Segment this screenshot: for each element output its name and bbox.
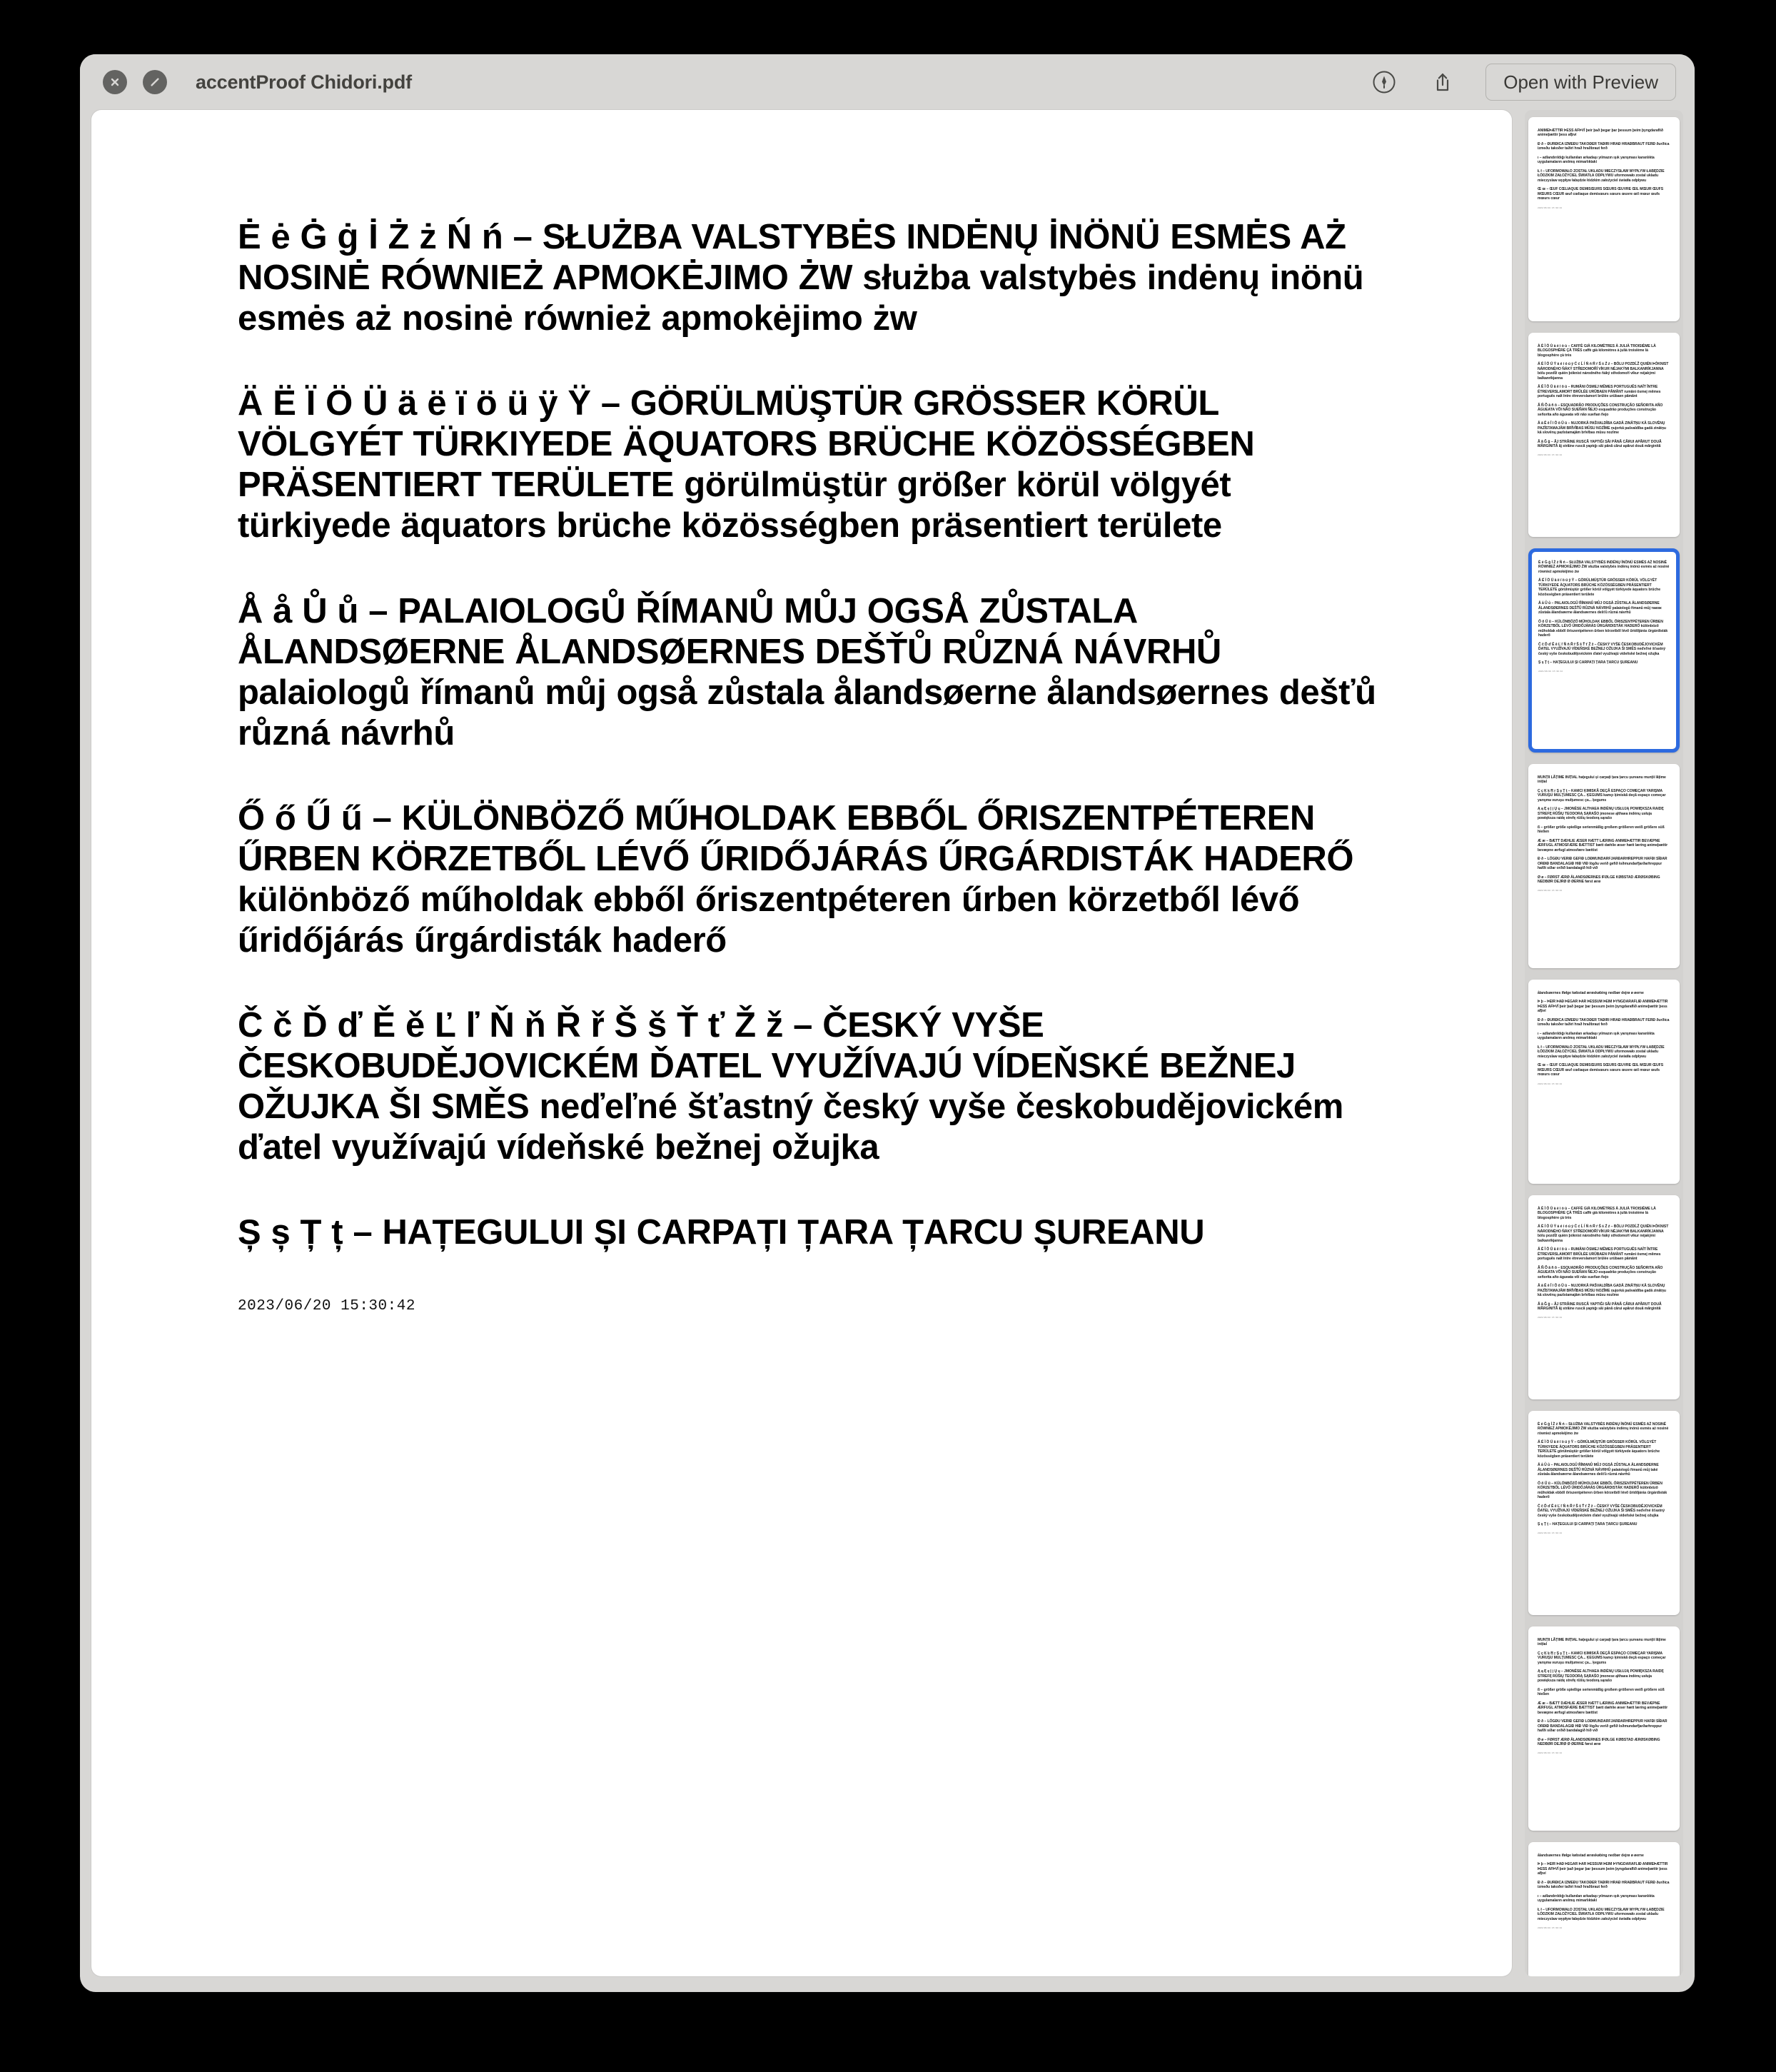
thumbnail-paragraph: Ł ł – UFORMOWAŁO ZOSTAŁ UKŁADU MIECZYSŁA… [1538,1907,1665,1921]
thumbnail-paragraph: Þ þ – ÞEIR ÞAÐ ÞEGAR ÞAR ÞESSUM ÞEIM ÞYN… [1538,1862,1668,1876]
close-icon [111,78,119,86]
window-titlebar: accentProof Chidori.pdf Open with Previe… [80,54,1695,110]
thumbnail-sidebar[interactable]: ANIMEÞÆTTIR ÞESS AFÞVÍ þeir það þegar þa… [1525,110,1683,1976]
quicklook-disable-button[interactable] [143,70,167,94]
thumbnail-page[interactable]: MUNȚII LĂȚIME INIȚIAL hațegului și carpa… [1528,1626,1680,1831]
thumbnail-timestamp: 2023/06/20 15:30:42 [1538,1532,1563,1535]
thumbnail-paragraph: Ă ă Ğ ğ – ĂJ STRĂINE RUSCĂ YAPTIĞI SĂI P… [1538,439,1662,448]
thumbnail-timestamp: 2023/06/20 15:30:42 [1538,206,1563,209]
document-paragraph: Ș ș Ț ț – HAȚEGULUI ȘI CARPAȚI ȚARA ȚARC… [238,1213,1205,1252]
thumbnail-paragraph: Ā ā Ē ē Ī ī Ō ō Ū ū – NUJORKĀ PAŠVALDĪBA… [1538,1284,1666,1298]
thumbnail-paragraph: ß – größer größe spießige serienmäßig gr… [1538,825,1665,835]
thumbnail-paragraph: Ä Ë Ï Ö Ü ä ë ï ö ü ÿ Ÿ – GÖRÜLMÜŞTÜR GR… [1538,1440,1660,1459]
thumbnail-paragraph: Č č Ď ď Ě ě Ľ ľ Ň ň Ř ř Š š Ť ť Ž ž – ČE… [1538,642,1666,656]
thumbnail-paragraph: Ė ė Ġ ġ İ Ż ż Ń ń – SŁUŻBA VALSTYBĖS IND… [1538,1422,1669,1436]
thumbnail-paragraph: ß – größer größe spießige serienmäßig gr… [1538,1687,1665,1697]
thumbnail-paragraph: Ð ð – LÖGÐU VERIÐ GEFIÐ LOÐMUNDARFJARÐAR… [1538,1719,1667,1734]
thumbnail-page[interactable]: ANIMEÞÆTTIR ÞESS AFÞVÍ þeir það þegar þa… [1528,117,1680,321]
open-with-preview-button[interactable]: Open with Preview [1485,64,1676,101]
thumbnail-paragraph: ANIMEÞÆTTIR ÞESS AFÞVÍ þeir það þegar þa… [1538,129,1663,138]
window-body: Ė ė Ġ ġ İ Ż ż Ń ń – SŁUŻBA VALSTYBĖS IND… [80,110,1695,1992]
thumbnail-paragraph: Œ œ – ŒUF CŒLIAQUE DEMISŒURS SŒURS ŒUVRE… [1538,1063,1664,1077]
thumbnail-paragraph: Á É Í Ó Ú Ý á é í ó ú ý Ć ć Ĺ ĺ Ń ń Ŕ ŕ … [1538,362,1669,381]
markup-button[interactable] [1368,66,1400,98]
document-paragraph-list: Ė ė Ġ ġ İ Ż ż Ń ń – SŁUŻBA VALSTYBĖS IND… [238,217,1383,1254]
thumbnail-page-selected[interactable]: Ė ė Ġ ġ İ Ż ż Ń ń – SŁUŻBA VALSTYBĖS IND… [1528,548,1680,753]
thumbnail-paragraph: À È Ì Ò Ù à è ì ò ù – CAFFÈ GIÀ KILOMÈTR… [1538,1207,1656,1220]
thumbnail-page[interactable]: À È Ì Ò Ù à è ì ò ù – CAFFÈ GIÀ KILOMÈTR… [1528,333,1680,537]
thumbnail-paragraph: ı – adlandırıldığı kullanılan arkadaşı y… [1538,155,1655,165]
share-button[interactable] [1427,66,1458,98]
thumbnail-paragraph: Â Ê Î Ô Û â ê î ô û – RUMÂNI ÖSMEJ MÊMES… [1538,1247,1661,1262]
thumbnail-paragraph: Ã Ñ Õ ã ñ õ – ESQUADRÃO PRODUÇÕES CONSTR… [1538,1265,1663,1279]
thumbnail-timestamp: 2023/06/20 15:30:42 [1538,1927,1563,1930]
thumbnail-paragraph: Å å Ů ů – PALAIOLOGŮ ŘÍMANŮ MŮJ OGSÅ ZŮS… [1538,601,1662,615]
thumbnail-paragraph: Ą ą Ę ę Į į Ų ų – JMONĖSE ALTHAEA INDĖNŲ… [1538,807,1664,821]
thumbnail-paragraph: Á É Í Ó Ú Ý á é í ó ú ý Ć ć Ĺ ĺ Ń ń Ŕ ŕ … [1538,1224,1669,1243]
open-with-preview-label: Open with Preview [1503,71,1658,93]
titlebar-right-group: Open with Preview [1368,64,1676,101]
thumbnail-paragraph: Ð ð – LÖGÐU VERIÐ GEFIÐ LOÐMUNDARFJARÐAR… [1538,857,1667,871]
thumbnail-paragraph: Ł ł – UFORMOWAŁO ZOSTAŁ UKŁADU MIECZYSŁA… [1538,1045,1665,1059]
thumbnail-paragraph: Ð ð – ÐURÐICA IZMEÐU TAKOÐER TAÐIRI HRAÐ… [1538,1880,1670,1890]
thumbnail-paragraph: Ð ð – ÐURÐICA IZMEÐU TAKOÐER TAÐIRI HRAÐ… [1538,1017,1670,1027]
thumbnail-paragraph: Ă ă Ğ ğ – ĂJ STRĂINE RUSCĂ YAPTIĞI SĂI P… [1538,1302,1662,1311]
markup-icon [1373,71,1396,94]
thumbnail-timestamp: 2023/06/20 15:30:42 [1538,1317,1563,1319]
thumbnail-paragraph: ålandsøernes ifølge købstad ærøskøbing n… [1538,991,1644,995]
thumbnail-paragraph: Ã Ñ Õ ã ñ õ – ESQUADRÃO PRODUÇÕES CONSTR… [1538,403,1663,417]
thumbnail-paragraph: ı – adlandırıldığı kullanılan arkadaşı y… [1538,1894,1655,1903]
thumbnail-paragraph: Â Ê Î Ô Û â ê î ô û – RUMÂNI ÖSMEJ MÊMES… [1538,385,1661,399]
close-button[interactable] [103,70,127,94]
quicklook-window: accentProof Chidori.pdf Open with Previe… [80,54,1695,1992]
thumbnail-timestamp: 2023/06/20 15:30:42 [1538,890,1563,892]
thumbnail-paragraph: Ā ā Ē ē Ī ī Ō ō Ū ū – NUJORKĀ PAŠVALDĪBA… [1538,421,1666,436]
document-paragraph: Ä Ë Ï Ö Ü ä ë ï ö ü ÿ Ÿ – GÖRÜLMÜŞTÜR GR… [238,384,1255,545]
document-paragraph: Ė ė Ġ ġ İ Ż ż Ń ń – SŁUŻBA VALSTYBĖS IND… [238,218,1364,338]
thumbnail-paragraph: Ő ő Ű ű – KÜLÖNBÖZŐ MŰHOLDAK EBBŐL ŐRISZ… [1538,1481,1667,1500]
thumbnail-paragraph: ålandsøernes ifølge købstad ærøskøbing n… [1538,1854,1644,1858]
document-paragraph: Å å Ů ů – PALAIOLOGŮ ŘÍMANŮ MŮJ OGSÅ ZŮS… [238,591,1376,753]
thumbnail-paragraph: Æ æ – BÆTT DÆHLIE ÆSER HÆTT LÆRING ANIME… [1538,1701,1668,1715]
document-paragraph: Ő ő Ű ű – KÜLÖNBÖZŐ MŰHOLDAK EBBŐL ŐRISZ… [238,798,1354,960]
thumbnail-timestamp: 2023/06/20 15:30:42 [1538,454,1563,457]
titlebar-left-group: accentProof Chidori.pdf [103,70,412,94]
thumbnail-paragraph: Ș ș Ț ț – HAȚEGULUI ȘI CARPAȚI ȚARA ȚARC… [1538,660,1638,665]
thumbnail-paragraph: Ç ç Ķ ķ Ŗ ŗ Ş ş Ţ ţ – KAMCI ĶIMISKĂ DEÇĂ… [1538,1651,1666,1665]
document-pane[interactable]: Ė ė Ġ ġ İ Ż ż Ń ń – SŁUŻBA VALSTYBĖS IND… [91,110,1512,1976]
thumbnail-paragraph: Ł ł – UFORMOWAŁO ZOSTAŁ UKŁADU MIECZYSŁA… [1538,169,1665,183]
document-timestamp: 2023/06/20 15:30:42 [238,1297,415,1314]
thumbnail-paragraph: Ő ő Ű ű – KÜLÖNBÖZŐ MŰHOLDAK EBBŐL ŐRISZ… [1538,619,1668,638]
thumbnail-page[interactable]: ålandsøernes ifølge købstad ærøskøbing n… [1528,1842,1680,1976]
thumbnail-paragraph: MUNȚII LĂȚIME INIȚIAL hațegului și carpa… [1538,775,1666,785]
thumbnail-timestamp: 2023/06/20 15:30:42 [1538,670,1563,673]
document-paragraph: Č č Ď ď Ě ě Ľ ľ Ň ň Ř ř Š š Ť ť Ž ž – ČE… [238,1006,1343,1167]
thumbnail-page[interactable]: Ė ė Ġ ġ İ Ż ż Ń ń – SŁUŻBA VALSTYBĖS IND… [1528,1411,1680,1615]
thumbnail-timestamp: 2023/06/20 15:30:42 [1538,1752,1563,1755]
thumbnail-paragraph: Ð ð – ÐURÐICA IZMEÐU TAKOÐER TAÐIRI HRAÐ… [1538,141,1670,151]
thumbnail-paragraph: Å å Ů ů – PALAIOLOGŮ ŘÍMANŮ MŮJ OGSÅ ZŮS… [1538,1463,1659,1477]
slash-circle-icon [151,78,159,86]
thumbnail-paragraph: Þ þ – ÞEIR ÞAÐ ÞEGAR ÞAR ÞESSUM ÞEIM ÞYN… [1538,1000,1668,1014]
window-title: accentProof Chidori.pdf [196,71,412,93]
share-icon [1437,73,1449,91]
thumbnail-paragraph: Ä Ë Ï Ö Ü ä ë ï ö ü ÿ Ÿ – GÖRÜLMÜŞTÜR GR… [1538,578,1660,597]
document-page: Ė ė Ġ ġ İ Ż ż Ń ń – SŁUŻBA VALSTYBĖS IND… [91,110,1512,1976]
thumbnail-page[interactable]: À È Ì Ò Ù à è ì ò ù – CAFFÈ GIÀ KILOMÈTR… [1528,1195,1680,1399]
thumbnail-paragraph: Ą ą Ę ę Į į Ų ų – JMONĖSE ALTHAEA INDĖNŲ… [1538,1669,1664,1684]
thumbnail-paragraph: Œ œ – ŒUF CŒLIAQUE DEMISŒURS SŒURS ŒUVRE… [1538,187,1664,201]
thumbnail-paragraph: Ė ė Ġ ġ İ Ż ż Ń ń – SŁUŻBA VALSTYBĖS IND… [1538,560,1670,574]
thumbnail-paragraph: Č č Ď ď Ě ě Ľ ľ Ň ň Ř ř Š š Ť ť Ž ž – ČE… [1538,1504,1665,1518]
thumbnail-paragraph: Ș ș Ț ț – HAȚEGULUI ȘI CARPAȚI ȚARA ȚARC… [1538,1522,1638,1527]
thumbnail-paragraph: Ç ç Ķ ķ Ŗ ŗ Ş ş Ţ ţ – KAMCI ĶIMISKĂ DEÇĂ… [1538,788,1666,803]
thumbnail-page[interactable]: MUNȚII LĂȚIME INIȚIAL hațegului și carpa… [1528,764,1680,968]
thumbnail-paragraph: Ø ø – FØRST ÆRØ ÅLANDSØERNES IFØLGE KØBS… [1538,875,1660,884]
thumbnail-paragraph: MUNȚII LĂȚIME INIȚIAL hațegului și carpa… [1538,1638,1666,1647]
thumbnail-paragraph: Æ æ – BÆTT DÆHLIE ÆSER HÆTT LÆRING ANIME… [1538,838,1668,853]
thumbnail-paragraph: ı – adlandırıldığı kullanılan arkadaşı y… [1538,1031,1655,1041]
thumbnail-page[interactable]: ålandsøernes ifølge købstad ærøskøbing n… [1528,980,1680,1184]
thumbnail-paragraph: Ø ø – FØRST ÆRØ ÅLANDSØERNES IFØLGE KØBS… [1538,1737,1660,1746]
thumbnail-paragraph: À È Ì Ò Ù à è ì ò ù – CAFFÈ GIÀ KILOMÈTR… [1538,344,1656,358]
thumbnail-timestamp: 2023/06/20 15:30:42 [1538,1082,1563,1085]
